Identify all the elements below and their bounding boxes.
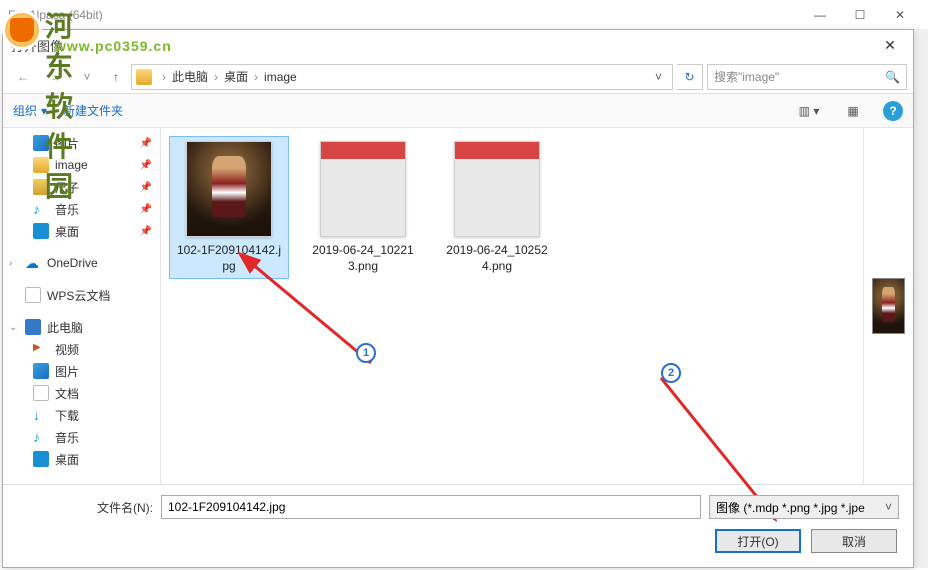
organize-menu[interactable]: 组织 ▾ [13, 102, 47, 119]
pin-icon: 📌 [140, 204, 152, 215]
dialog-footer: 文件名(N): 图像 (*.mdp *.png *.jpg *.jpe 打开(O… [3, 484, 913, 567]
search-input[interactable]: 搜索"image" 🔍 [707, 64, 907, 90]
music-icon [33, 429, 49, 445]
navigation-row: ← → ˅ ↑ › 此电脑 › 桌面 › image ˅ ↻ 搜索"image"… [3, 60, 913, 94]
sidebar-item-ruler[interactable]: 尺子📌 [3, 176, 160, 198]
file-thumbnail [454, 141, 540, 237]
pictures-icon [33, 363, 49, 379]
background-scrollbar [914, 29, 928, 568]
forward-button[interactable]: → [41, 64, 69, 90]
step-badge-1: 1 [356, 343, 376, 363]
sidebar-item-downloads[interactable]: 下载 [3, 404, 160, 426]
video-icon [33, 341, 49, 357]
preview-pane-button[interactable]: ▦ [839, 99, 867, 123]
sidebar-item-onedrive[interactable]: ›OneDrive [3, 252, 160, 274]
toolbar: 组织 ▾ 新建文件夹 ▥ ▾ ▦ ? [3, 94, 913, 128]
search-icon: 🔍 [885, 70, 900, 84]
dialog-titlebar: 打开图像 ✕ [3, 30, 913, 60]
ruler-icon [33, 179, 49, 195]
desktop-icon [33, 451, 49, 467]
open-file-dialog: 打开图像 ✕ ← → ˅ ↑ › 此电脑 › 桌面 › image ˅ ↻ 搜索… [2, 29, 914, 568]
up-button[interactable]: ↑ [105, 66, 127, 88]
view-mode-button[interactable]: ▥ ▾ [795, 99, 823, 123]
help-button[interactable]: ? [883, 101, 903, 121]
open-button[interactable]: 打开(O) [715, 529, 801, 553]
desktop-icon [33, 223, 49, 239]
close-icon[interactable]: ✕ [875, 37, 905, 54]
breadcrumb[interactable]: › 此电脑 › 桌面 › image ˅ [131, 64, 673, 90]
maximize-button[interactable]: ☐ [840, 1, 880, 29]
breadcrumb-mid[interactable]: 桌面 [224, 68, 248, 85]
pc-icon [25, 319, 41, 335]
chevron-right-icon: › [9, 258, 12, 269]
sidebar-item-pictures[interactable]: 图片📌 [3, 132, 160, 154]
breadcrumb-root[interactable]: 此电脑 [172, 68, 208, 85]
dialog-body: 图片📌 image📌 尺子📌 音乐📌 桌面📌 ›OneDrive WPS云文档 … [3, 128, 913, 484]
refresh-button[interactable]: ↻ [677, 64, 703, 90]
sidebar-item-desktop[interactable]: 桌面📌 [3, 220, 160, 242]
app-titlebar: FireAlpaca (64bit) — ☐ ✕ [0, 0, 928, 30]
chevron-right-icon: › [210, 70, 222, 84]
filename-input[interactable] [161, 495, 701, 519]
sidebar-item-pictures2[interactable]: 图片 [3, 360, 160, 382]
folder-icon [33, 157, 49, 173]
cancel-button[interactable]: 取消 [811, 529, 897, 553]
sidebar-item-music2[interactable]: 音乐 [3, 426, 160, 448]
download-icon [33, 407, 49, 423]
breadcrumb-leaf[interactable]: image [264, 70, 297, 84]
file-thumbnail [186, 141, 272, 237]
music-icon [33, 201, 49, 217]
document-icon [25, 287, 41, 303]
pin-icon: 📌 [140, 226, 152, 237]
app-title: FireAlpaca (64bit) [8, 8, 800, 22]
file-name: 2019-06-24_102524.png [442, 243, 552, 274]
sidebar-item-documents[interactable]: 文档 [3, 382, 160, 404]
sidebar-item-wps[interactable]: WPS云文档 [3, 284, 160, 306]
pictures-icon [33, 135, 49, 151]
step-badge-2: 2 [661, 363, 681, 383]
sidebar-item-videos[interactable]: 视频 [3, 338, 160, 360]
sidebar-item-desktop2[interactable]: 桌面 [3, 448, 160, 470]
document-icon [33, 385, 49, 401]
file-item[interactable]: 2019-06-24_102524.png [437, 136, 557, 279]
dialog-title: 打开图像 [11, 36, 875, 55]
recent-dropdown[interactable]: ˅ [73, 64, 101, 90]
file-thumbnail [320, 141, 406, 237]
search-placeholder: 搜索"image" [714, 68, 779, 85]
path-dropdown[interactable]: ˅ [649, 70, 668, 84]
app-close-button[interactable]: ✕ [880, 1, 920, 29]
pin-icon: 📌 [140, 182, 152, 193]
folder-icon [136, 69, 152, 85]
chevron-right-icon: › [158, 70, 170, 84]
new-folder-button[interactable]: 新建文件夹 [63, 102, 123, 119]
cloud-icon [25, 255, 41, 271]
sidebar: 图片📌 image📌 尺子📌 音乐📌 桌面📌 ›OneDrive WPS云文档 … [3, 128, 161, 484]
preview-pane [863, 128, 913, 484]
sidebar-item-music[interactable]: 音乐📌 [3, 198, 160, 220]
filetype-filter[interactable]: 图像 (*.mdp *.png *.jpg *.jpe [709, 495, 899, 519]
file-list[interactable]: 102-1F209104142.jpg 2019-06-24_102213.pn… [161, 128, 863, 484]
chevron-right-icon: › [250, 70, 262, 84]
chevron-down-icon: ⌄ [9, 322, 17, 333]
sidebar-item-thispc[interactable]: ⌄此电脑 [3, 316, 160, 338]
pin-icon: 📌 [140, 160, 152, 171]
pin-icon: 📌 [140, 138, 152, 149]
sidebar-item-image-folder[interactable]: image📌 [3, 154, 160, 176]
preview-thumbnail [872, 278, 905, 334]
minimize-button[interactable]: — [800, 1, 840, 29]
back-button[interactable]: ← [9, 64, 37, 90]
filename-label: 文件名(N): [97, 499, 153, 516]
